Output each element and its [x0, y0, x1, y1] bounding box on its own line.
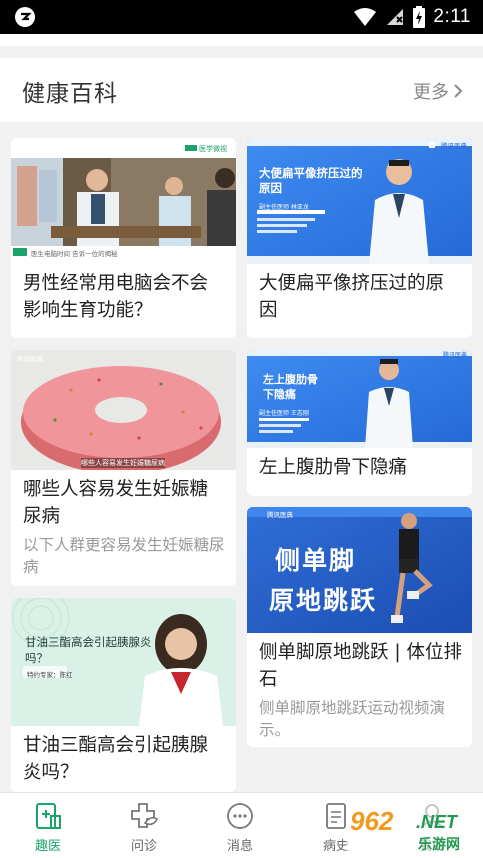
article-thumbnail: 甘油三酯高会引起胰腺炎吗？ 特约专家：陈红: [11, 598, 236, 726]
article-thumbnail: 医学微视 医生电脑时间 告诉一位的揭秘: [11, 138, 236, 258]
thumb-caption: 哪些人容易发生妊娠糖尿病: [81, 458, 165, 468]
article-title: 甘油三酯高会引起胰腺炎吗？: [23, 735, 209, 783]
article-description: 侧单脚原地跳跃运动视频演示。: [259, 699, 446, 739]
thumb-brand: 腾讯医典: [17, 355, 43, 363]
thumb-headline-1: 侧单脚: [275, 546, 357, 575]
article-card[interactable]: 腾讯医典 侧单脚 原地跳跃 侧单脚原地跳跃 | 体位排石 侧单脚原地跳跃运动视频…: [247, 507, 472, 747]
thumb-brand: 腾讯医典: [267, 511, 293, 519]
tab-quyi[interactable]: 趣医: [0, 793, 96, 858]
section-title: 健康百科: [22, 81, 118, 107]
top-strip: [0, 34, 483, 46]
article-title: 男性经常用电脑会不会影响生育功能？: [23, 273, 209, 321]
article-thumbnail: 腾讯医典 左上腹肋骨下隐痛 副主任医师 王志刚: [247, 350, 472, 448]
watermark-site: 乐游网: [418, 837, 460, 853]
thumb-brand: 腾讯医典: [441, 142, 467, 150]
thumb-headline: 大便扁平像挤压过的原因: [259, 166, 363, 195]
article-card[interactable]: 医学微视 医生电脑时间 告诉一位的揭秘 男性经常用电脑会不会影响生育功能？: [11, 138, 236, 338]
site-watermark: 962 .NET 乐游网: [346, 804, 476, 856]
article-description: 以下人群更容易发生妊娠糖尿病: [23, 536, 225, 576]
article-title: 左上腹肋骨下隐痛: [259, 457, 408, 478]
article-card[interactable]: 腾讯医典 左上腹肋骨下隐痛 副主任医师 王志刚 左上腹肋骨下隐痛: [247, 350, 472, 496]
section-header: 健康百科 更多: [0, 58, 483, 122]
wifi-icon: [354, 8, 377, 26]
tab-messages[interactable]: 消息: [192, 793, 288, 858]
more-link[interactable]: 更多: [413, 78, 463, 104]
hospital-icon: [36, 803, 61, 829]
thumb-doctor: 副主任医师 林亚龙: [259, 204, 309, 211]
app-notification-icon: [15, 7, 35, 27]
consult-icon: [131, 803, 159, 828]
article-thumbnail: 腾讯医典 大便扁平像挤压过的原因 副主任医师 林亚龙: [247, 138, 472, 264]
chevron-right-icon: [454, 84, 463, 98]
tab-label: 消息: [226, 839, 253, 854]
thumb-doctor: 副主任医师 王志刚: [259, 410, 309, 417]
tab-consult[interactable]: 问诊: [96, 793, 192, 858]
thumb-caption: 医生电脑时间 告诉一位的揭秘: [31, 250, 118, 258]
status-bar: 2:11: [0, 0, 483, 34]
no-signal-icon: [387, 9, 404, 25]
tab-label: 问诊: [130, 839, 157, 854]
message-icon: [227, 803, 253, 829]
more-label: 更多: [413, 82, 449, 103]
thumb-headline-2: 原地跳跃: [269, 586, 378, 615]
article-card[interactable]: 腾讯医典 大便扁平像挤压过的原因 副主任医师 林亚龙 大便扁平像挤压过的原因: [247, 138, 472, 338]
watermark-domain: .NET: [416, 812, 458, 832]
article-thumbnail: 腾讯医典 哪些人容易发生妊娠糖尿病: [11, 350, 236, 470]
article-title: 大便扁平像挤压过的原因: [259, 273, 445, 321]
article-card[interactable]: 甘油三酯高会引起胰腺炎吗？ 特约专家：陈红 甘油三酯高会引起胰腺炎吗？: [11, 598, 236, 792]
article-title: 哪些人容易发生妊娠糖尿病: [23, 479, 209, 527]
tab-label: 趣医: [34, 839, 61, 854]
thumb-headline: 甘油三酯高会引起胰腺炎吗？: [25, 635, 152, 665]
article-title: 侧单脚原地跳跃 | 体位排石: [259, 642, 462, 690]
thumb-badge: 医学微视: [199, 145, 227, 153]
battery-charging-icon: [413, 6, 426, 28]
article-thumbnail: 腾讯医典 侧单脚 原地跳跃: [247, 507, 472, 633]
thumb-brand: 腾讯医典: [443, 352, 468, 359]
article-card[interactable]: 腾讯医典 哪些人容易发生妊娠糖尿病 哪些人容易发生妊娠糖尿病 以下人群更容易发生…: [11, 350, 236, 586]
thumb-expert: 特约专家：陈红: [27, 671, 73, 679]
status-time: 2:11: [433, 6, 471, 27]
watermark-brand: 962: [350, 806, 394, 836]
thumb-headline: 左上腹肋骨下隐痛: [263, 373, 318, 401]
